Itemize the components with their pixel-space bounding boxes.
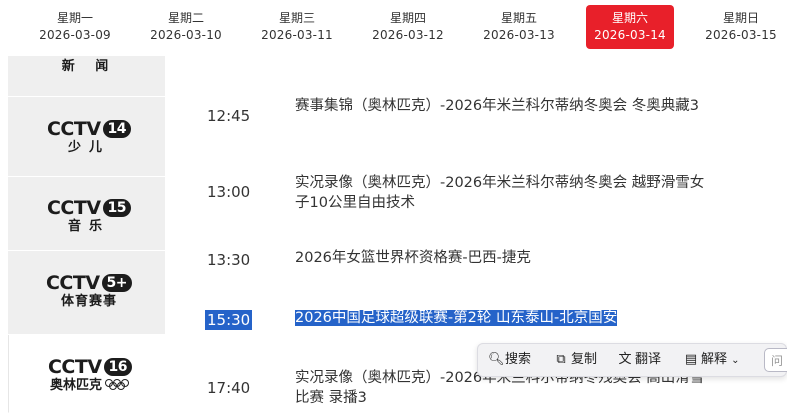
day-of-week: 星期二 xyxy=(167,11,204,25)
cctv-logo: CCTV 5+ 体育赛事 xyxy=(41,273,137,310)
cctv-logo: CCTV 14 少儿 xyxy=(41,119,137,156)
cctv-wordmark: CCTV xyxy=(46,197,101,219)
program-title: 2026年女篮世界杯资格赛-巴西-捷克 xyxy=(295,250,531,266)
copy-button[interactable]: ⧉ 复制 xyxy=(554,351,597,369)
selection-toolbar: 🔍︎搜索 ⧉ 复制 文翻译 ▤ 解释 ⌄ 问 xyxy=(477,343,787,377)
day-date: 2026-03-12 xyxy=(372,28,444,42)
chevron-down-icon: ⌄ xyxy=(731,355,740,366)
channel-logo: 新 闻 xyxy=(41,56,137,75)
program-time: 13:00 xyxy=(207,183,251,201)
day-of-week: 星期一 xyxy=(56,11,93,25)
channel-item-cctv5plus[interactable]: CCTV 5+ 体育赛事 xyxy=(8,251,165,335)
program-title: 2026中国足球超级联赛-第2轮 山东泰山-北京国安 xyxy=(295,308,618,328)
copy-icon: ⧉ xyxy=(556,352,566,367)
channel-number: 15 xyxy=(102,199,132,217)
cctv-wordmark: CCTV xyxy=(45,272,100,294)
program-row-selected[interactable]: 15:30 2026中国足球超级联赛-第2轮 山东泰山-北京国安 xyxy=(165,308,787,338)
day-of-week: 星期五 xyxy=(500,11,537,25)
day-tab-friday[interactable]: 星期五 2026-03-13 xyxy=(475,5,563,49)
channel-item-cctv15[interactable]: CCTV 15 音乐 xyxy=(8,177,165,251)
cctv-logo: CCTV 16 奥林匹克 xyxy=(42,357,138,394)
day-of-week: 星期三 xyxy=(278,11,315,25)
translate-icon: 文 xyxy=(618,352,632,367)
copy-label: 复制 xyxy=(571,352,598,367)
cctv-logo: CCTV 15 音乐 xyxy=(41,198,137,235)
channel-number: 14 xyxy=(102,120,132,138)
translate-label: 翻译 xyxy=(635,352,662,367)
channel-sub-label: 新 闻 xyxy=(61,59,117,74)
day-date: 2026-03-13 xyxy=(483,28,555,42)
day-date: 2026-03-09 xyxy=(39,28,111,42)
day-date: 2026-03-10 xyxy=(150,28,222,42)
selected-text: 2026中国足球超级联赛-第2轮 山东泰山-北京国安 xyxy=(295,310,618,326)
day-date: 2026-03-11 xyxy=(261,28,333,42)
day-of-week: 星期日 xyxy=(722,11,759,25)
ask-placeholder: 问 xyxy=(771,354,784,368)
day-of-week: 星期四 xyxy=(389,11,426,25)
program-row[interactable]: 13:00 实况录像（奥林匹克）-2026年米兰科尔蒂纳冬奥会 越野滑雪女子10… xyxy=(165,173,787,233)
day-tab-saturday[interactable]: 星期六 2026-03-14 xyxy=(586,5,674,49)
channel-sidebar: 新 闻 CCTV 14 少儿 CCTV 15 音乐 CCTV 5+ 体育赛事 CCTV… xyxy=(8,56,165,413)
translate-button[interactable]: 文翻译 xyxy=(618,351,661,369)
day-date: 2026-03-14 xyxy=(594,28,666,42)
cctv-wordmark: CCTV xyxy=(47,356,102,378)
olympic-rings-icon xyxy=(105,379,129,390)
cctv-wordmark: CCTV xyxy=(46,118,101,140)
day-date: 2026-03-15 xyxy=(705,28,777,42)
explain-button[interactable]: ▤ 解释 ⌄ xyxy=(684,351,740,370)
day-of-week: 星期六 xyxy=(611,11,648,25)
program-time: 12:45 xyxy=(207,107,251,125)
channel-item-news[interactable]: 新 闻 xyxy=(8,56,165,97)
channel-sub-label: 少儿 xyxy=(67,140,110,155)
week-day-selector: 星期一 2026-03-09 星期二 2026-03-10 星期三 2026-0… xyxy=(0,0,787,56)
program-time: 13:30 xyxy=(207,251,251,269)
day-tab-tuesday[interactable]: 星期二 2026-03-10 xyxy=(142,5,230,49)
channel-sub-label: 音乐 xyxy=(67,219,110,234)
channel-item-cctv16[interactable]: CCTV 16 奥林匹克 xyxy=(8,335,165,413)
search-label: 搜索 xyxy=(505,352,532,367)
search-icon: 🔍︎ xyxy=(488,352,505,367)
day-tab-thursday[interactable]: 星期四 2026-03-12 xyxy=(364,5,452,49)
channel-sub-label: 奥林匹克 xyxy=(49,378,102,393)
program-title: 实况录像（奥林匹克）-2026年米兰科尔蒂纳冬奥会 越野滑雪女子10公里自由技术 xyxy=(295,175,705,211)
program-title: 赛事集锦（奥林匹克）-2026年米兰科尔蒂纳冬奥会 冬奥典藏3 xyxy=(295,98,699,114)
program-time: 15:30 xyxy=(205,310,253,330)
program-row[interactable]: 12:45 赛事集锦（奥林匹克）-2026年米兰科尔蒂纳冬奥会 冬奥典藏3 xyxy=(165,96,787,156)
ask-input[interactable]: 问 xyxy=(764,348,787,372)
day-tab-sunday[interactable]: 星期日 2026-03-15 xyxy=(697,5,785,49)
program-row[interactable]: 13:30 2026年女篮世界杯资格赛-巴西-捷克 xyxy=(165,248,787,278)
explain-label: 解释 xyxy=(701,352,728,367)
channel-sub-label: 体育赛事 xyxy=(60,294,117,309)
channel-item-cctv14[interactable]: CCTV 14 少儿 xyxy=(8,97,165,177)
search-button[interactable]: 🔍︎搜索 xyxy=(488,351,531,369)
explain-icon: ▤ xyxy=(684,352,698,367)
day-tab-monday[interactable]: 星期一 2026-03-09 xyxy=(31,5,119,49)
program-time: 17:40 xyxy=(207,379,251,397)
channel-number: 5+ xyxy=(101,274,133,292)
day-tab-wednesday[interactable]: 星期三 2026-03-11 xyxy=(253,5,341,49)
channel-number: 16 xyxy=(103,358,133,376)
